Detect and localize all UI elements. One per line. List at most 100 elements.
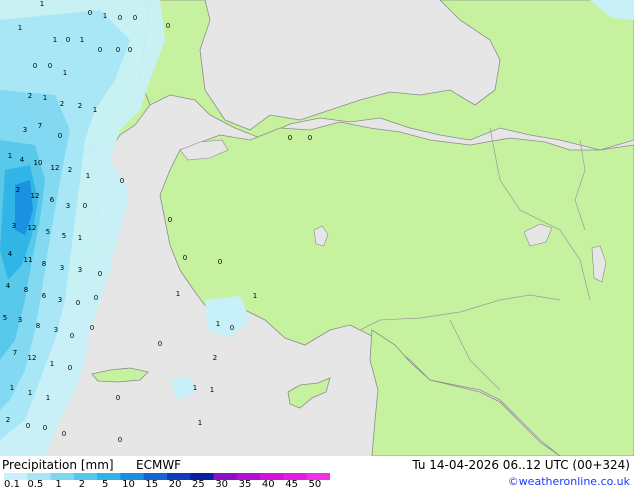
precip-value-label: 0 — [288, 134, 292, 142]
precip-value-label: 1 — [18, 24, 22, 32]
precip-value-label: 2 — [213, 354, 217, 362]
color-scale-tick: 15 — [145, 479, 159, 490]
color-scale-tick: 35 — [238, 479, 252, 490]
color-scale-tick: 0.5 — [27, 479, 44, 490]
precip-value-label: 0 — [83, 202, 87, 210]
precip-value-label: 7 — [38, 122, 42, 130]
precip-value-label: 1 — [43, 94, 47, 102]
color-scale-tick: 10 — [122, 479, 135, 490]
credit-link[interactable]: ©weatheronline.co.uk — [508, 475, 630, 488]
precip-value-label: 6 — [42, 292, 47, 300]
precip-value-label: 2 — [16, 186, 20, 194]
valid-time: Tu 14-04-2026 06..12 UTC (00+324) — [412, 458, 630, 472]
precip-value-label: 7 — [13, 349, 17, 357]
precip-value-label: 0 — [68, 364, 72, 372]
color-scale-tick: 0.1 — [4, 479, 20, 490]
precip-value-label: 0 — [168, 216, 172, 224]
precip-value-label: 3 — [18, 316, 22, 324]
color-scale-tick: 1 — [55, 479, 62, 490]
precip-value-label: 1 — [253, 292, 257, 300]
precip-value-label: 8 — [24, 286, 28, 294]
precip-value-label: 3 — [60, 264, 64, 272]
precip-value-label: 4 — [8, 250, 13, 258]
precip-value-label: 0 — [183, 254, 187, 262]
precip-value-label: 0 — [120, 177, 124, 185]
precip-value-label: 12 — [28, 224, 37, 232]
precip-value-label: 0 — [26, 422, 30, 430]
precip-value-label: 3 — [78, 266, 82, 274]
precip-value-label: 0 — [166, 22, 170, 30]
legend-title: Precipitation [mm] — [2, 458, 114, 472]
precip-value-label: 0 — [76, 299, 80, 307]
precip-value-label: 1 — [210, 386, 214, 394]
precip-value-label: 0 — [116, 46, 120, 54]
precip-value-label: 12 — [51, 164, 60, 172]
color-scale-tick: 45 — [285, 479, 298, 490]
precip-value-label: 1 — [80, 36, 84, 44]
color-scale-tick: 50 — [308, 479, 322, 490]
precip-value-label: 1 — [103, 12, 107, 20]
precip-value-label: 2 — [60, 100, 64, 108]
precip-value-label: 0 — [218, 258, 222, 266]
precip-value-label: 0 — [62, 430, 66, 438]
precip-value-label: 4 — [6, 282, 11, 290]
precip-value-label: 8 — [36, 322, 40, 330]
precip-value-label: 0 — [48, 62, 52, 70]
precip-value-label: 12 — [31, 192, 40, 200]
precip-value-label: 4 — [20, 156, 25, 164]
precip-value-label: 0 — [230, 324, 234, 332]
precip-value-label: 6 — [50, 196, 55, 204]
precip-value-label: 1 — [53, 36, 57, 44]
color-scale-tick: 20 — [168, 479, 182, 490]
color-scale-ticks: 0.1 0.5 1 2 5 10 15 20 25 30 35 40 45 50 — [0, 480, 340, 490]
precip-value-label: 1 — [28, 389, 32, 397]
legend-footer: Precipitation [mm] ECMWF Tu 14-04-2026 0… — [0, 456, 634, 490]
precip-value-label: 0 — [128, 46, 132, 54]
color-scale-bar — [4, 473, 330, 480]
precip-value-label: 0 — [308, 134, 312, 142]
precip-value-label: 0 — [94, 294, 98, 302]
legend-model: ECMWF — [136, 458, 182, 472]
precip-value-label: 0 — [116, 394, 120, 402]
precip-value-label: 0 — [158, 340, 162, 348]
precip-value-label: 8 — [42, 260, 46, 268]
precip-value-label: 1 — [78, 234, 82, 242]
precip-value-label: 1 — [63, 69, 67, 77]
precip-value-label: 1 — [216, 320, 220, 328]
precip-value-label: 3 — [66, 202, 70, 210]
color-scale-segment — [73, 473, 98, 480]
precip-value-label: 1 — [40, 0, 44, 8]
color-scale-tick: 30 — [215, 479, 229, 490]
precip-value-label: 0 — [90, 324, 94, 332]
precip-value-label: 0 — [70, 332, 74, 340]
precip-value-label: 0 — [98, 46, 102, 54]
precip-value-label: 5 — [62, 232, 66, 240]
precip-value-label: 0 — [118, 14, 122, 22]
precip-value-label: 2 — [6, 416, 10, 424]
color-scale-segment — [97, 473, 121, 480]
precip-value-label: 3 — [23, 126, 27, 134]
color-scale-tick: 25 — [192, 479, 205, 490]
color-scale-tick: 2 — [78, 479, 86, 490]
precip-value-label: 0 — [66, 36, 70, 44]
precip-value-label: 10 — [34, 159, 43, 167]
precip-value-label: 3 — [12, 222, 16, 230]
precip-value-label: 0 — [98, 270, 102, 278]
precip-value-label: 2 — [28, 92, 32, 100]
precip-value-label: 3 — [58, 296, 62, 304]
precip-value-label: 0 — [118, 436, 122, 444]
precip-value-label: 3 — [54, 326, 58, 334]
precip-value-label: 5 — [46, 228, 50, 236]
precip-value-label: 1 — [46, 394, 50, 402]
color-scale-tick: 40 — [261, 479, 275, 490]
precip-value-label: 1 — [8, 152, 12, 160]
color-scale-segment — [50, 473, 75, 480]
precip-value-label: 1 — [50, 360, 54, 368]
precip-value-label: 0 — [88, 9, 92, 17]
precip-value-label: 1 — [198, 419, 202, 427]
map-view: 1 0 1 0 0 0 1 1 0 1 0 0 0 0 0 1 2 1 2 1 2 7 3 0 1 4 10 12 2 1 2 12 6 3 0 3 1… — [0, 0, 634, 490]
color-scale-tick: 5 — [102, 479, 109, 490]
precip-value-label: 11 — [24, 256, 33, 264]
precip-value-label: 5 — [3, 314, 7, 322]
precipitation-map[interactable]: 10 1 0 0011 0 10 0 00 012 12127301 4 1012 21212 63 03 1… — [0, 0, 634, 456]
